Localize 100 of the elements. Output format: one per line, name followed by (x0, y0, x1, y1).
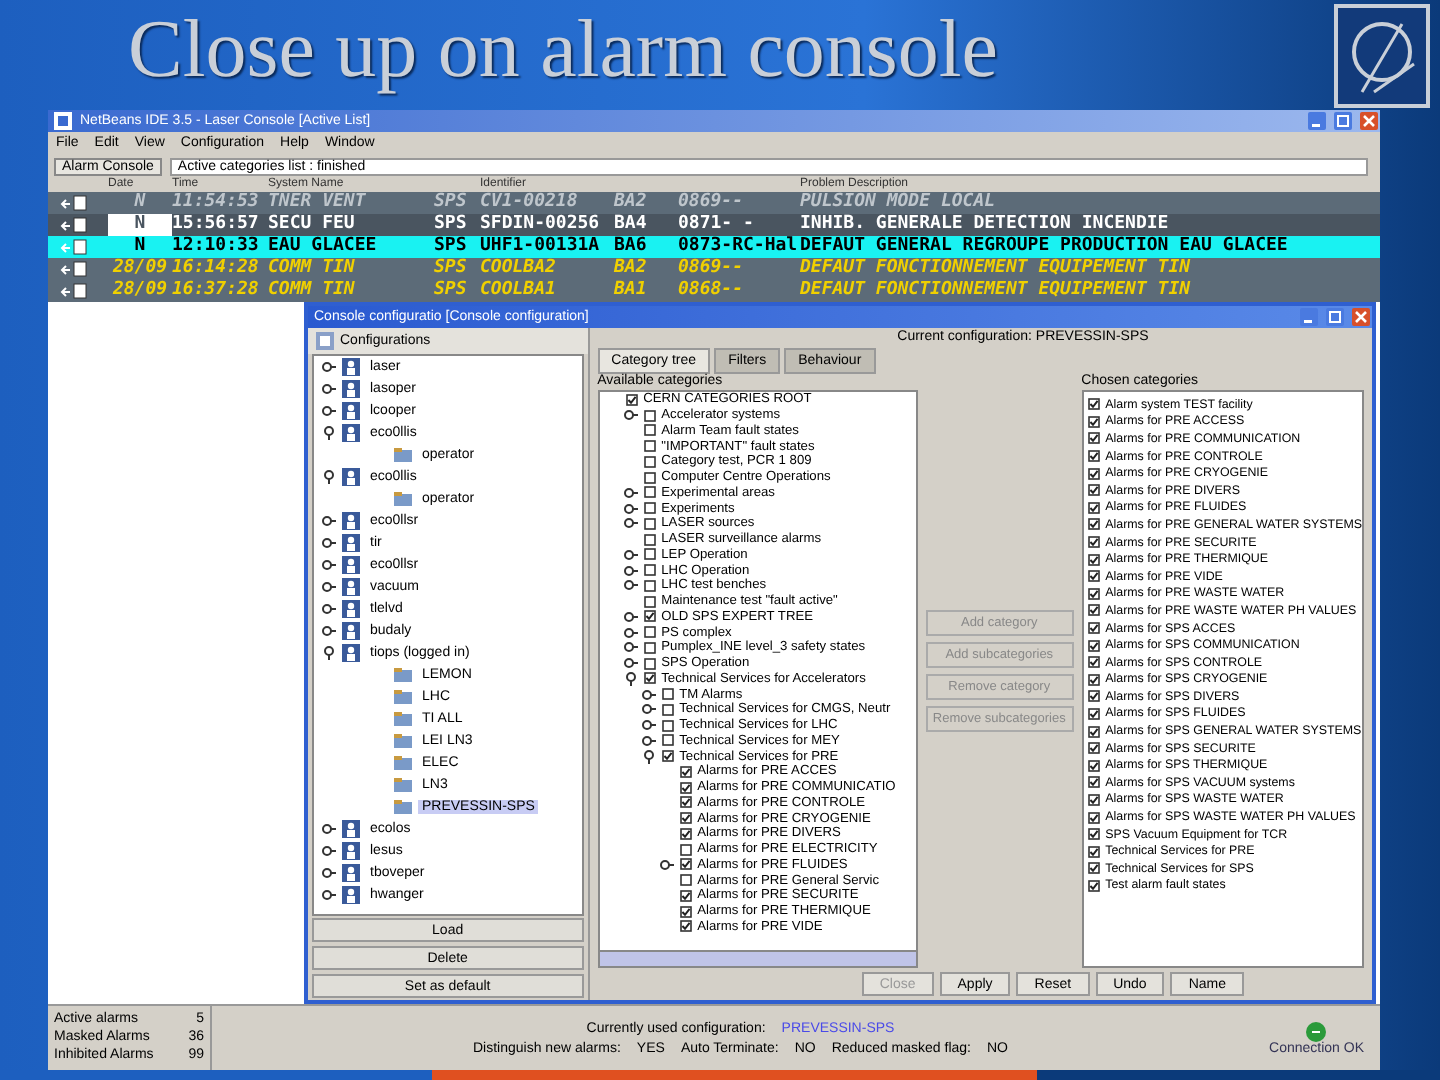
collapsed-handle-icon[interactable] (322, 404, 336, 418)
checkbox[interactable] (643, 517, 656, 530)
checkbox[interactable] (1087, 553, 1100, 566)
checkbox[interactable] (1087, 484, 1100, 497)
checkbox[interactable] (1087, 725, 1100, 738)
checkbox[interactable] (643, 641, 656, 654)
checkbox[interactable] (1087, 450, 1100, 463)
minimize-button[interactable] (1300, 308, 1318, 326)
collapsed-handle-icon[interactable] (322, 822, 336, 836)
checkbox[interactable] (643, 471, 656, 484)
collapsed-handle-icon[interactable] (322, 624, 336, 638)
collapsed-handle-icon[interactable] (641, 718, 656, 733)
checkbox[interactable] (643, 502, 656, 515)
checkbox[interactable] (1087, 622, 1100, 635)
checkbox[interactable] (1087, 639, 1100, 652)
checkbox[interactable] (1087, 501, 1100, 514)
checkbox[interactable] (1087, 570, 1100, 583)
checkbox[interactable] (1087, 793, 1100, 806)
checkbox[interactable] (1087, 879, 1100, 892)
checkbox[interactable] (643, 564, 656, 577)
checkbox[interactable] (643, 424, 656, 437)
alarm-row[interactable]: N 12:10:33 EAU GLACEE SPS UHF1-00131A BA6 0873-RC-Hal DEFAUT GENERAL REGROUPE PRODUCTION EAU GLACEE (48, 236, 1380, 258)
collapsed-handle-icon[interactable] (322, 558, 336, 572)
checkbox[interactable] (1087, 845, 1100, 858)
checkbox[interactable] (1087, 415, 1100, 428)
close-button[interactable] (1352, 308, 1370, 326)
checkbox[interactable] (643, 486, 656, 499)
checkbox[interactable] (643, 548, 656, 561)
horizontal-scrollbar[interactable] (597, 952, 918, 968)
close-button[interactable] (1360, 112, 1378, 130)
checkbox[interactable] (625, 393, 638, 406)
checkbox[interactable] (679, 858, 692, 871)
collapsed-handle-icon[interactable] (623, 640, 638, 655)
checkbox[interactable] (1087, 759, 1100, 772)
checkbox[interactable] (643, 455, 656, 468)
expanded-handle-icon[interactable] (322, 426, 336, 440)
checkbox[interactable] (679, 889, 692, 902)
checkbox[interactable] (1087, 656, 1100, 669)
checkbox[interactable] (643, 672, 656, 685)
collapsed-handle-icon[interactable] (322, 360, 336, 374)
checkbox[interactable] (643, 579, 656, 592)
checkbox[interactable] (679, 920, 692, 933)
collapsed-handle-icon[interactable] (623, 609, 638, 624)
checkbox[interactable] (1087, 536, 1100, 549)
collapsed-handle-icon[interactable] (322, 888, 336, 902)
collapsed-handle-icon[interactable] (659, 857, 674, 872)
collapsed-handle-icon[interactable] (641, 702, 656, 717)
maximize-button[interactable] (1334, 112, 1352, 130)
checkbox[interactable] (643, 440, 656, 453)
collapsed-handle-icon[interactable] (623, 516, 638, 531)
checkbox[interactable] (643, 409, 656, 422)
checkbox[interactable] (679, 905, 692, 918)
collapsed-handle-icon[interactable] (322, 536, 336, 550)
checkbox[interactable] (1087, 862, 1100, 875)
checkbox[interactable] (1087, 707, 1100, 720)
checkbox[interactable] (679, 827, 692, 840)
alarm-row[interactable]: 28/09 16:37:28 COMM TIN SPS COOLBA1 BA1 0868-- DEFAUT FONCTIONNEMENT EQUIPEMENT TIN (48, 280, 1380, 302)
checkbox[interactable] (1087, 690, 1100, 703)
checkbox[interactable] (643, 533, 656, 546)
checkbox[interactable] (1087, 398, 1100, 411)
checkbox[interactable] (643, 657, 656, 670)
checkbox[interactable] (661, 750, 674, 763)
checkbox[interactable] (1087, 587, 1100, 600)
collapsed-handle-icon[interactable] (623, 656, 638, 671)
checkbox[interactable] (661, 703, 674, 716)
collapsed-handle-icon[interactable] (322, 580, 336, 594)
expanded-handle-icon[interactable] (322, 646, 336, 660)
collapsed-handle-icon[interactable] (623, 501, 638, 516)
minimize-button[interactable] (1308, 112, 1326, 130)
alarm-row[interactable]: 28/09 16:14:28 COMM TIN SPS COOLBA2 BA2 0869-- DEFAUT FONCTIONNEMENT EQUIPEMENT TIN (48, 258, 1380, 280)
checkbox[interactable] (1087, 604, 1100, 617)
collapsed-handle-icon[interactable] (623, 625, 638, 640)
expanded-handle-icon[interactable] (623, 671, 638, 686)
checkbox[interactable] (643, 626, 656, 639)
collapsed-handle-icon[interactable] (322, 844, 336, 858)
collapsed-handle-icon[interactable] (623, 578, 638, 593)
checkbox[interactable] (1087, 673, 1100, 686)
collapsed-handle-icon[interactable] (641, 733, 656, 748)
checkbox[interactable] (1087, 811, 1100, 824)
collapsed-handle-icon[interactable] (322, 602, 336, 616)
checkbox[interactable] (679, 874, 692, 887)
collapsed-handle-icon[interactable] (641, 687, 656, 702)
checkbox[interactable] (643, 595, 656, 608)
checkbox[interactable] (679, 765, 692, 778)
checkbox[interactable] (661, 734, 674, 747)
collapsed-handle-icon[interactable] (623, 563, 638, 578)
collapsed-handle-icon[interactable] (623, 485, 638, 500)
checkbox[interactable] (1087, 467, 1100, 480)
collapsed-handle-icon[interactable] (322, 382, 336, 396)
checkbox[interactable] (661, 688, 674, 701)
checkbox[interactable] (661, 719, 674, 732)
maximize-button[interactable] (1326, 308, 1344, 326)
collapsed-handle-icon[interactable] (322, 514, 336, 528)
checkbox[interactable] (679, 812, 692, 825)
checkbox[interactable] (679, 781, 692, 794)
checkbox[interactable] (643, 610, 656, 623)
checkbox[interactable] (679, 843, 692, 856)
checkbox[interactable] (1087, 432, 1100, 445)
checkbox[interactable] (679, 796, 692, 809)
collapsed-handle-icon[interactable] (623, 547, 638, 562)
